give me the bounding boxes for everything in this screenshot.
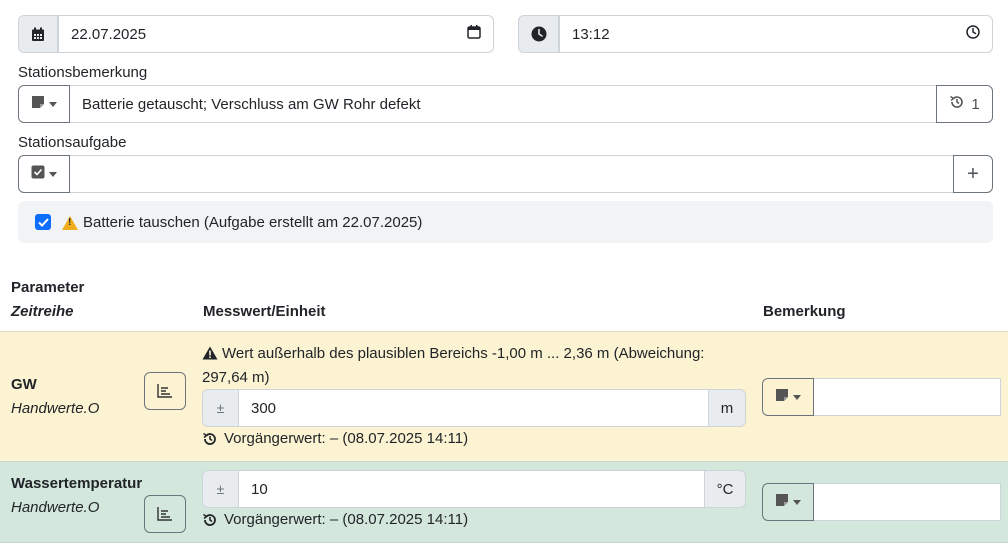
history-count: 1 bbox=[971, 95, 980, 113]
date-value: 22.07.2025 bbox=[71, 25, 147, 43]
time-input[interactable]: 13:12 bbox=[559, 15, 993, 53]
station-remark-value: Batterie getauscht; Verschluss am GW Roh… bbox=[82, 95, 421, 113]
table-row: Wassertemperatur Handwerte.O ± 10 °C Vor… bbox=[0, 461, 1008, 543]
previous-value-text: Vorgängerwert: – (08.07.2025 14:11) bbox=[224, 430, 469, 447]
history-icon bbox=[203, 513, 216, 526]
history-icon bbox=[949, 94, 965, 114]
calendar-icon bbox=[18, 15, 58, 53]
param-series: Handwerte.O bbox=[11, 499, 100, 516]
value-input-group: ± 300 m bbox=[202, 389, 746, 427]
value-input[interactable]: 300 bbox=[239, 389, 708, 427]
value-input-group: ± 10 °C bbox=[202, 470, 746, 508]
station-remark-group: Batterie getauscht; Verschluss am GW Roh… bbox=[18, 85, 993, 123]
header-remark: Bemerkung bbox=[763, 303, 846, 320]
station-task-input[interactable] bbox=[70, 155, 953, 193]
chevron-down-icon bbox=[793, 394, 801, 400]
row-remark-input[interactable] bbox=[814, 378, 1001, 416]
chevron-down-icon bbox=[793, 499, 801, 505]
station-remark-input[interactable]: Batterie getauscht; Verschluss am GW Roh… bbox=[70, 85, 936, 123]
header-series: Zeitreihe bbox=[11, 303, 74, 320]
date-input[interactable]: 22.07.2025 bbox=[58, 15, 494, 53]
header-value-unit: Messwert/Einheit bbox=[203, 303, 326, 320]
previous-value-text: Vorgängerwert: – (08.07.2025 14:11) bbox=[224, 511, 469, 528]
value-input[interactable]: 10 bbox=[239, 470, 704, 508]
history-icon bbox=[203, 432, 216, 445]
warning-icon bbox=[62, 216, 78, 230]
task-item: Batterie tauschen (Aufgabe erstellt am 2… bbox=[18, 201, 993, 243]
remark-type-dropdown[interactable] bbox=[762, 378, 814, 416]
chevron-down-icon bbox=[49, 101, 57, 107]
chart-button[interactable] bbox=[144, 372, 186, 410]
tolerance-prefix: ± bbox=[202, 389, 239, 427]
chart-button[interactable] bbox=[144, 495, 186, 533]
note-icon bbox=[775, 388, 789, 406]
table-row: GW Handwerte.O Wert außerhalb des plausi… bbox=[0, 331, 1008, 461]
station-task-group: + bbox=[18, 155, 993, 193]
chevron-down-icon bbox=[49, 171, 57, 177]
station-task-label: Stationsaufgabe bbox=[18, 134, 127, 151]
remark-type-dropdown[interactable] bbox=[18, 85, 70, 123]
remark-history-button[interactable]: 1 bbox=[936, 85, 993, 123]
calendar-picker-icon[interactable] bbox=[467, 25, 481, 43]
warning-message: Wert außerhalb des plausiblen Bereichs -… bbox=[202, 343, 747, 389]
warning-text: Wert außerhalb des plausiblen Bereichs -… bbox=[202, 345, 705, 386]
clock-icon bbox=[518, 15, 559, 53]
time-value: 13:12 bbox=[572, 25, 610, 43]
note-icon bbox=[31, 95, 45, 113]
unit-suffix: m bbox=[708, 389, 746, 427]
clock-picker-icon[interactable] bbox=[966, 25, 980, 43]
task-checkbox[interactable] bbox=[35, 214, 51, 230]
add-task-button[interactable]: + bbox=[953, 155, 993, 193]
row-remark-group bbox=[762, 483, 1001, 521]
task-type-dropdown[interactable] bbox=[18, 155, 70, 193]
previous-value: Vorgängerwert: – (08.07.2025 14:11) bbox=[202, 511, 468, 528]
note-icon bbox=[775, 493, 789, 511]
previous-value: Vorgängerwert: – (08.07.2025 14:11) bbox=[202, 430, 468, 447]
header-parameter: Parameter bbox=[11, 279, 85, 296]
warning-triangle-icon bbox=[202, 345, 218, 367]
row-remark-input[interactable] bbox=[814, 483, 1001, 521]
station-remark-label: Stationsbemerkung bbox=[18, 64, 148, 81]
value-text: 10 bbox=[251, 480, 268, 498]
chart-icon bbox=[157, 507, 172, 521]
param-name: Wassertemperatur bbox=[11, 475, 143, 492]
remark-type-dropdown[interactable] bbox=[762, 483, 814, 521]
plus-icon: + bbox=[967, 162, 979, 185]
date-input-group: 22.07.2025 bbox=[18, 15, 494, 53]
unit-suffix: °C bbox=[704, 470, 746, 508]
check-square-icon bbox=[31, 165, 45, 183]
tolerance-prefix: ± bbox=[202, 470, 239, 508]
param-name: GW bbox=[11, 376, 37, 393]
chart-icon bbox=[157, 384, 172, 398]
value-text: 300 bbox=[251, 399, 277, 417]
param-series: Handwerte.O bbox=[11, 400, 100, 417]
task-text: Batterie tauschen (Aufgabe erstellt am 2… bbox=[83, 213, 423, 231]
time-input-group: 13:12 bbox=[518, 15, 993, 53]
row-remark-group bbox=[762, 378, 1001, 416]
